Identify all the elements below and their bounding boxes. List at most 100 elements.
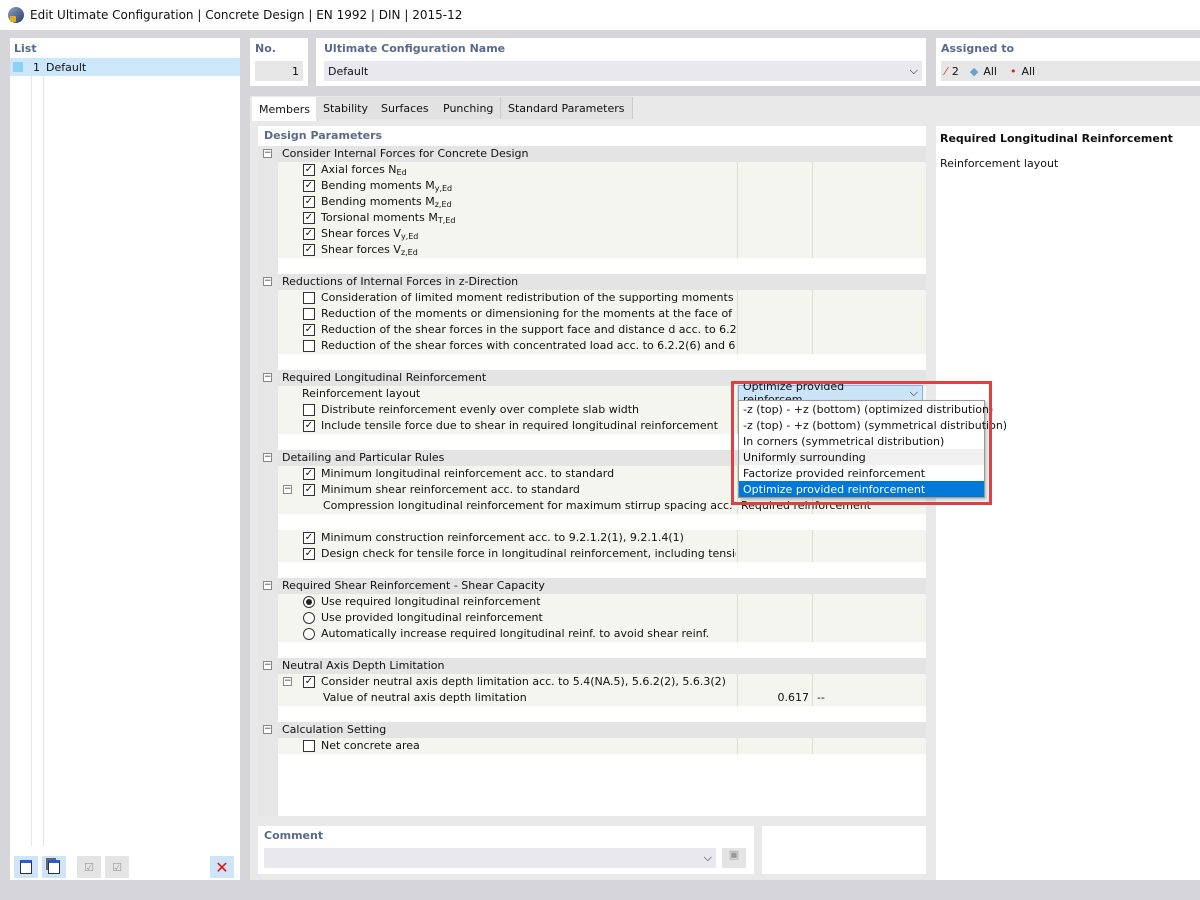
checkbox[interactable] [303, 308, 315, 320]
tab-punching[interactable]: Punching [436, 97, 502, 119]
collapse-icon[interactable]: − [263, 149, 272, 158]
window-title: Edit Ultimate Configuration | Concrete D… [30, 8, 463, 22]
node-icon: • [1009, 64, 1017, 78]
parameter-label: Distribute reinforcement evenly over com… [321, 403, 640, 416]
collapse-icon[interactable]: − [263, 453, 272, 462]
assigned-box: Assigned to ⁄ 2 ◆ All • All [936, 38, 1200, 86]
parameter-row[interactable]: Use required longitudinal reinforcement [258, 594, 926, 610]
tab-members[interactable]: Members [252, 97, 318, 121]
checkbox[interactable] [303, 340, 315, 352]
checkbox[interactable]: ✓ [303, 196, 315, 208]
parameter-row[interactable]: Use provided longitudinal reinforcement [258, 610, 926, 626]
checkbox[interactable] [303, 292, 315, 304]
parameter-label: Reinforcement layout [302, 387, 421, 400]
delete-icon: ✕ [215, 857, 229, 877]
section-header[interactable]: − Calculation Setting [258, 722, 926, 738]
copy-item-button[interactable] [42, 856, 66, 878]
parameter-label: Minimum shear reinforcement acc. to stan… [321, 483, 580, 496]
unit-label: -- [817, 691, 825, 704]
check-all-icon: ☑ [84, 860, 94, 874]
parameter-label: Net concrete area [321, 739, 420, 752]
title-bar: Edit Ultimate Configuration | Concrete D… [0, 0, 1200, 30]
parameter-label: Consider neutral axis depth limitation a… [321, 675, 726, 688]
tab-stability[interactable]: Stability [316, 97, 377, 119]
section-header[interactable]: − Neutral Axis Depth Limitation [258, 658, 926, 674]
name-box: Ultimate Configuration Name Default ⌵ [316, 38, 926, 86]
collapse-icon[interactable]: − [263, 373, 272, 382]
name-dropdown[interactable]: Default ⌵ [324, 61, 922, 81]
collapse-icon[interactable]: − [283, 485, 292, 494]
parameter-row[interactable]: Reduction of the shear forces with conce… [258, 338, 926, 354]
radio-button[interactable] [303, 596, 315, 608]
checkbox[interactable]: ✓ [303, 212, 315, 224]
checkbox[interactable] [303, 404, 315, 416]
parameter-row[interactable]: − ✓ Consider neutral axis depth limitation… [258, 674, 926, 690]
section-header[interactable]: − Required Shear Reinforcement - Shear Ca… [258, 578, 926, 594]
parameter-row[interactable]: Consideration of limited moment redistri… [258, 290, 926, 306]
checkbox[interactable]: ✓ [303, 468, 315, 480]
delete-button[interactable]: ✕ [210, 856, 234, 878]
number-box: No. 1 [250, 38, 308, 86]
parameter-label: Reduction of the shear forces in the sup… [321, 323, 736, 336]
chevron-down-icon: ⌵ [703, 851, 712, 864]
checkbox[interactable]: ✓ [303, 548, 315, 560]
parameter-row[interactable]: ✓ Shear forces Vy,Ed [258, 226, 926, 242]
spacer-row [258, 706, 926, 722]
parameter-row[interactable]: ✓ Axial forces NEd [258, 162, 926, 178]
info-text: Reinforcement layout [940, 157, 1059, 170]
comment-input[interactable]: ⌵ [264, 848, 716, 868]
parameter-label: Minimum longitudinal reinforcement acc. … [321, 467, 615, 480]
name-label: Ultimate Configuration Name [324, 42, 506, 55]
checkbox[interactable]: ✓ [303, 228, 315, 240]
spacer-row [258, 514, 926, 530]
check-button[interactable]: ☑ [77, 856, 101, 878]
parameter-row[interactable]: Reduction of the moments or dimensioning… [258, 306, 926, 322]
checkbox[interactable] [303, 740, 315, 752]
parameter-row[interactable]: Net concrete area [258, 738, 926, 754]
collapse-icon[interactable]: − [263, 661, 272, 670]
item-name: Default [46, 60, 87, 74]
checkbox[interactable]: ✓ [303, 676, 315, 688]
collapse-icon[interactable]: − [263, 277, 272, 286]
parameter-row[interactable]: ✓ Design check for tensile force in longi… [258, 546, 926, 562]
checkbox[interactable]: ✓ [303, 164, 315, 176]
collapse-icon[interactable]: − [283, 677, 292, 686]
tab-surfaces[interactable]: Surfaces [374, 97, 437, 119]
parameter-row[interactable]: ✓ Minimum construction reinforcement acc.… [258, 530, 926, 546]
section-title: Neutral Axis Depth Limitation [282, 659, 445, 672]
radio-button[interactable] [303, 612, 315, 624]
check-swap-button[interactable]: ☑ [105, 856, 129, 878]
section-header[interactable]: − Consider Internal Forces for Concrete D… [258, 146, 926, 162]
parameter-row[interactable]: Value of neutral axis depth limitation 0.… [258, 690, 926, 706]
list-item[interactable]: 1 Default [10, 58, 240, 76]
tab-standard-parameters[interactable]: Standard Parameters [501, 97, 633, 119]
parameter-label: Automatically increase required longitud… [321, 627, 710, 640]
collapse-icon[interactable]: − [263, 581, 272, 590]
checkbox[interactable]: ✓ [303, 532, 315, 544]
parameter-label: Axial forces NEd [321, 163, 407, 177]
checkbox[interactable]: ✓ [303, 180, 315, 192]
member-icon: ⁄ [945, 64, 947, 78]
parameter-value[interactable]: 0.617 [738, 691, 810, 704]
parameter-row[interactable]: ✓ Bending moments My,Ed [258, 178, 926, 194]
parameter-row[interactable]: Automatically increase required longitud… [258, 626, 926, 642]
checkbox[interactable]: ✓ [303, 420, 315, 432]
checkbox[interactable]: ✓ [303, 324, 315, 336]
parameter-row[interactable]: ✓ Shear forces Vz,Ed [258, 242, 926, 258]
collapse-icon[interactable]: − [263, 725, 272, 734]
section-title: Calculation Setting [282, 723, 387, 736]
comment-library-button[interactable]: ▣ [722, 848, 746, 868]
design-parameters-label: Design Parameters [264, 129, 383, 142]
section-title: Reductions of Internal Forces in z-Direc… [282, 275, 519, 288]
parameter-row[interactable]: ✓ Reduction of the shear forces in the su… [258, 322, 926, 338]
section-title: Consider Internal Forces for Concrete De… [282, 147, 529, 160]
spacer-row [258, 354, 926, 370]
parameter-label: Reduction of the shear forces with conce… [321, 339, 736, 352]
checkbox[interactable]: ✓ [303, 244, 315, 256]
section-header[interactable]: − Reductions of Internal Forces in z-Dire… [258, 274, 926, 290]
parameter-row[interactable]: ✓ Torsional moments MT,Ed [258, 210, 926, 226]
checkbox[interactable]: ✓ [303, 484, 315, 496]
parameter-row[interactable]: ✓ Bending moments Mz,Ed [258, 194, 926, 210]
new-item-button[interactable] [14, 856, 38, 878]
radio-button[interactable] [303, 628, 315, 640]
